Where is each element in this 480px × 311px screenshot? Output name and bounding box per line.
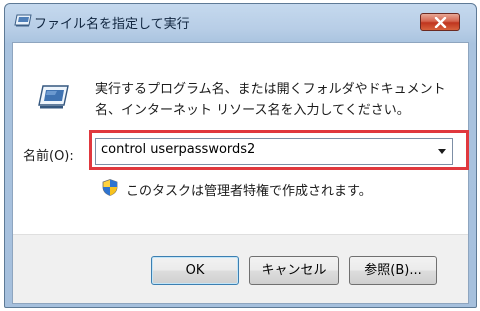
admin-privilege-note: このタスクは管理者特権で作成されます。 bbox=[126, 184, 372, 199]
title-bar[interactable]: ファイル名を指定して実行 bbox=[5, 4, 476, 42]
close-button[interactable] bbox=[420, 13, 460, 31]
ok-button[interactable]: OK bbox=[151, 256, 239, 285]
browse-button[interactable]: 参照(B)... bbox=[349, 256, 437, 285]
open-field-label: 名前(O): bbox=[23, 149, 74, 164]
run-app-icon bbox=[14, 14, 32, 27]
button-bar: OK キャンセル 参照(B)... bbox=[13, 234, 468, 303]
cancel-button[interactable]: キャンセル bbox=[249, 256, 339, 285]
dialog-description: 実行するプログラム名、または開くフォルダやドキュメント名、インターネット リソー… bbox=[95, 82, 446, 118]
run-dialog-window: ファイル名を指定して実行 実行するプログラム名、または開くフォルダやドキュメント… bbox=[4, 3, 477, 308]
uac-shield-icon bbox=[102, 179, 118, 196]
window-title: ファイル名を指定して実行 bbox=[34, 17, 190, 32]
close-icon bbox=[434, 17, 447, 28]
run-app-icon bbox=[38, 85, 69, 109]
dialog-body: 実行するプログラム名、または開くフォルダやドキュメント名、インターネット リソー… bbox=[12, 42, 469, 304]
highlight-box bbox=[89, 130, 469, 170]
